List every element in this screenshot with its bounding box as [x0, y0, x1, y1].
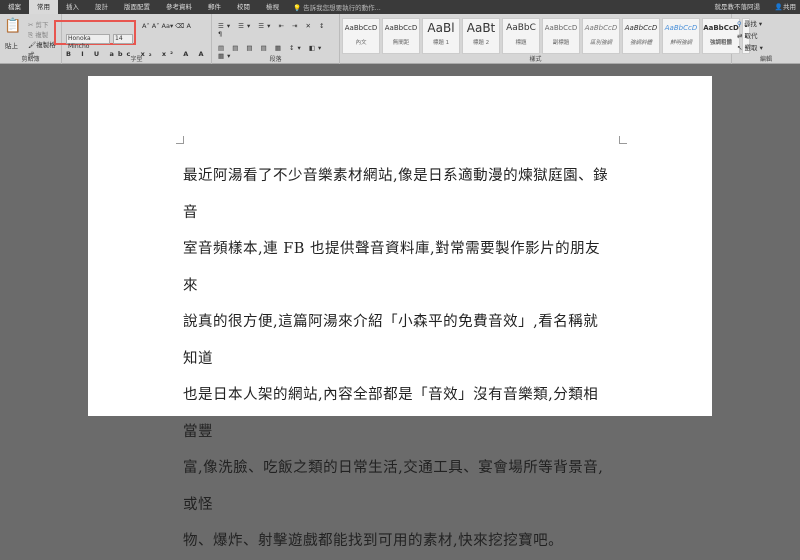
replace-button[interactable]: ⇄ 取代 [737, 30, 763, 42]
text-line: 室音頻樣本,連 FB 也提供聲音資料庫,對常需要製作影片的朋友來 [183, 231, 613, 304]
style-preview: AaBbC [506, 23, 536, 33]
style-name: 標題 1 [423, 38, 459, 46]
font-size-select[interactable]: 14 [113, 34, 133, 44]
cut-label: 剪下 [36, 21, 49, 29]
style-preview: AaBbCcD [625, 24, 657, 32]
text-line: 說真的很方便,這篇阿湯來介紹「小森平的免費音效」,看名稱就知道 [183, 304, 613, 377]
style-normal[interactable]: AaBbCcD 內文 [342, 18, 380, 54]
copy-label: 複製 [35, 31, 48, 39]
style-heading-1[interactable]: AaBl 標題 1 [422, 18, 460, 54]
style-name: 無間距 [383, 38, 419, 46]
tab-view[interactable]: 檢視 [258, 0, 287, 14]
cut-button[interactable]: ✂ 剪下 [28, 19, 49, 29]
style-preview: AaBbCcD [385, 24, 417, 32]
font-label: 字型 [62, 54, 211, 63]
tell-me-text: 告訴我您想要執行的動作... [303, 4, 381, 12]
tab-mailings[interactable]: 郵件 [200, 0, 229, 14]
find-button[interactable]: ⚲ 尋找 ▾ [737, 18, 763, 30]
style-name: 區別強調 [583, 38, 619, 46]
tab-review[interactable]: 校閱 [229, 0, 258, 14]
style-subtitle[interactable]: AaBbCcD 副標題 [542, 18, 580, 54]
styles-label: 樣式 [340, 54, 731, 63]
user-name[interactable]: 就是教不落阿湯 [715, 0, 761, 14]
clipboard-group: 📋 貼上 ✂ 剪下 ⎘ 複製 🖌複製格式 剪貼簿 [0, 14, 62, 64]
style-name: 鮮明強調 [663, 38, 699, 46]
style-preview: AaBbCcD [545, 24, 577, 32]
select-button[interactable]: ↖ 選取 ▾ [737, 42, 763, 54]
tab-references[interactable]: 參考資料 [158, 0, 200, 14]
tab-layout[interactable]: 版面配置 [116, 0, 158, 14]
tab-file[interactable]: 檔案 [0, 0, 29, 14]
ribbon: 📋 貼上 ✂ 剪下 ⎘ 複製 🖌複製格式 剪貼簿 B I U abc x₂ x²… [0, 14, 800, 64]
tab-insert[interactable]: 插入 [58, 0, 87, 14]
find-label: 尋找 [744, 20, 757, 28]
list-buttons[interactable]: ☰▾ ☰▾ ☰▾ ⇤ ⇥ ✕ ↕ ¶ [218, 22, 339, 38]
style-emphasis[interactable]: AaBbCcD 強調斜體 [622, 18, 660, 54]
editing-label: 編輯 [732, 54, 800, 63]
paste-icon: 📋 [4, 18, 21, 34]
paragraph-group: ☰▾ ☰▾ ☰▾ ⇤ ⇥ ✕ ↕ ¶ ▤ ▤ ▤ ▤ ▦ ↕▾ ◧▾ ▦▾ 段落 [212, 14, 340, 64]
text-line: 物、爆炸、射擊遊戲都能找到可用的素材,快來挖挖寶吧。 [183, 523, 613, 560]
paste-button[interactable]: 貼上 [5, 40, 18, 50]
document-body[interactable]: 最近阿湯看了不少音樂素材網站,像是日系適動漫的煉獄庭園、錄音 室音頻樣本,連 F… [183, 158, 613, 560]
select-label: 選取 [745, 44, 758, 52]
style-subtle-emphasis[interactable]: AaBbCcD 區別強調 [582, 18, 620, 54]
styles-gallery: AaBbCcD 內文 AaBbCcD 無間距 AaBl 標題 1 AaBt 標題 2 A… [342, 18, 750, 54]
style-preview: AaBbCcD [585, 24, 617, 32]
person-icon: 👤 [775, 3, 783, 11]
paragraph-label: 段落 [212, 54, 339, 63]
font-size-buttons[interactable]: A˄ A˅ Aa▾ ⌫ A [142, 22, 191, 30]
style-name: 標題 [503, 38, 539, 46]
style-no-spacing[interactable]: AaBbCcD 無間距 [382, 18, 420, 54]
text-line: 富,像洗臉、吃飯之類的日常生活,交通工具、宴會場所等背景音,或怪 [183, 450, 613, 523]
cursor-icon: ↖ [737, 44, 742, 52]
margin-mark [176, 136, 184, 144]
style-name: 副標題 [543, 38, 579, 46]
share-label: 共用 [783, 3, 796, 11]
text-line: 也是日本人架的網站,內容全部都是「音效」沒有音樂類,分類相當豐 [183, 377, 613, 450]
font-name-select[interactable]: Honoka Mincho [66, 34, 110, 44]
editing-buttons: ⚲ 尋找 ▾ ⇄ 取代 ↖ 選取 ▾ [737, 18, 763, 54]
style-heading-2[interactable]: AaBt 標題 2 [462, 18, 500, 54]
style-preview: AaBt [467, 21, 496, 35]
replace-label: 取代 [745, 32, 758, 40]
style-title[interactable]: AaBbC 標題 [502, 18, 540, 54]
style-preview: AaBl [427, 21, 454, 35]
margin-mark [619, 136, 627, 144]
style-name: 強調斜體 [623, 38, 659, 46]
style-intense-emphasis[interactable]: AaBbCcD 鮮明強調 [662, 18, 700, 54]
style-name: 內文 [343, 38, 379, 46]
tell-me-search[interactable]: 💡 告訴我您想要執行的動作... [293, 2, 381, 12]
style-name: 標題 2 [463, 38, 499, 46]
style-preview: AaBbCcD [345, 24, 377, 32]
tab-home[interactable]: 常用 [29, 0, 58, 14]
replace-icon: ⇄ [737, 32, 742, 40]
text-line: 最近阿湯看了不少音樂素材網站,像是日系適動漫的煉獄庭園、錄音 [183, 158, 613, 231]
tab-design[interactable]: 設計 [87, 0, 116, 14]
style-preview: AaBbCcD [665, 24, 697, 32]
ribbon-tabs: 檔案 常用 插入 設計 版面配置 參考資料 郵件 校閱 檢視 💡 告訴我您想要執… [0, 0, 800, 14]
share-button[interactable]: 👤共用 [775, 0, 796, 14]
clipboard-label: 剪貼簿 [0, 54, 61, 63]
search-icon: ⚲ [737, 20, 742, 28]
